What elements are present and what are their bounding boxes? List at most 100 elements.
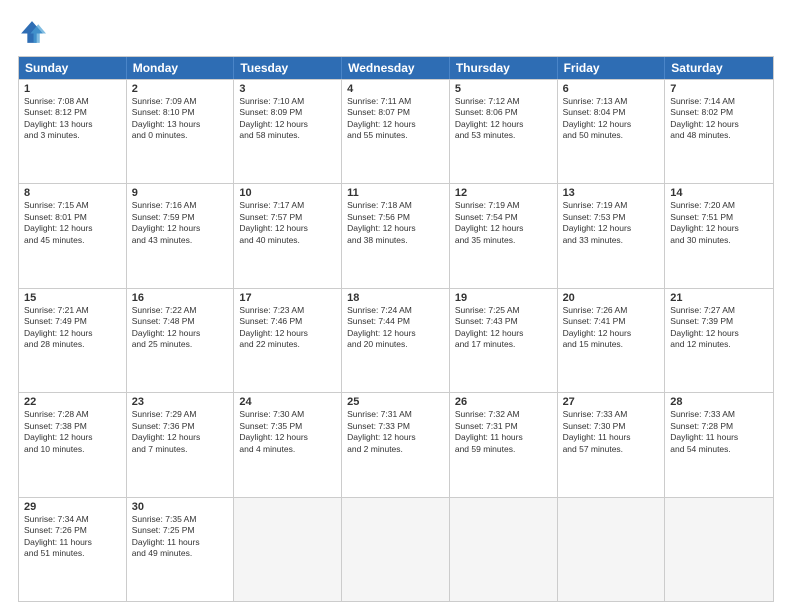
calendar-header: SundayMondayTuesdayWednesdayThursdayFrid…: [19, 57, 773, 79]
weekday-header: Tuesday: [234, 57, 342, 79]
day-number: 28: [670, 396, 768, 408]
calendar-cell: 6Sunrise: 7:13 AM Sunset: 8:04 PM Daylig…: [558, 80, 666, 183]
calendar-cell: 23Sunrise: 7:29 AM Sunset: 7:36 PM Dayli…: [127, 393, 235, 496]
calendar-cell: 8Sunrise: 7:15 AM Sunset: 8:01 PM Daylig…: [19, 184, 127, 287]
day-number: 8: [24, 187, 121, 199]
calendar-cell: 14Sunrise: 7:20 AM Sunset: 7:51 PM Dayli…: [665, 184, 773, 287]
day-info: Sunrise: 7:14 AM Sunset: 8:02 PM Dayligh…: [670, 96, 768, 142]
day-number: 2: [132, 83, 229, 95]
day-info: Sunrise: 7:22 AM Sunset: 7:48 PM Dayligh…: [132, 305, 229, 351]
day-info: Sunrise: 7:23 AM Sunset: 7:46 PM Dayligh…: [239, 305, 336, 351]
day-info: Sunrise: 7:08 AM Sunset: 8:12 PM Dayligh…: [24, 96, 121, 142]
weekday-header: Sunday: [19, 57, 127, 79]
calendar-cell: 18Sunrise: 7:24 AM Sunset: 7:44 PM Dayli…: [342, 289, 450, 392]
day-info: Sunrise: 7:12 AM Sunset: 8:06 PM Dayligh…: [455, 96, 552, 142]
calendar-cell: 19Sunrise: 7:25 AM Sunset: 7:43 PM Dayli…: [450, 289, 558, 392]
calendar-row: 8Sunrise: 7:15 AM Sunset: 8:01 PM Daylig…: [19, 183, 773, 287]
day-number: 19: [455, 292, 552, 304]
day-info: Sunrise: 7:09 AM Sunset: 8:10 PM Dayligh…: [132, 96, 229, 142]
day-number: 29: [24, 501, 121, 513]
calendar-body: 1Sunrise: 7:08 AM Sunset: 8:12 PM Daylig…: [19, 79, 773, 601]
day-number: 23: [132, 396, 229, 408]
calendar-cell: 9Sunrise: 7:16 AM Sunset: 7:59 PM Daylig…: [127, 184, 235, 287]
weekday-header: Monday: [127, 57, 235, 79]
calendar-cell: 1Sunrise: 7:08 AM Sunset: 8:12 PM Daylig…: [19, 80, 127, 183]
weekday-header: Wednesday: [342, 57, 450, 79]
calendar-cell: 28Sunrise: 7:33 AM Sunset: 7:28 PM Dayli…: [665, 393, 773, 496]
day-info: Sunrise: 7:16 AM Sunset: 7:59 PM Dayligh…: [132, 200, 229, 246]
page: SundayMondayTuesdayWednesdayThursdayFrid…: [0, 0, 792, 612]
day-info: Sunrise: 7:30 AM Sunset: 7:35 PM Dayligh…: [239, 409, 336, 455]
day-number: 24: [239, 396, 336, 408]
day-number: 10: [239, 187, 336, 199]
calendar-cell: 4Sunrise: 7:11 AM Sunset: 8:07 PM Daylig…: [342, 80, 450, 183]
day-number: 4: [347, 83, 444, 95]
calendar-cell: 24Sunrise: 7:30 AM Sunset: 7:35 PM Dayli…: [234, 393, 342, 496]
calendar-cell: 11Sunrise: 7:18 AM Sunset: 7:56 PM Dayli…: [342, 184, 450, 287]
calendar-cell: [234, 498, 342, 601]
calendar: SundayMondayTuesdayWednesdayThursdayFrid…: [18, 56, 774, 602]
day-info: Sunrise: 7:13 AM Sunset: 8:04 PM Dayligh…: [563, 96, 660, 142]
day-info: Sunrise: 7:17 AM Sunset: 7:57 PM Dayligh…: [239, 200, 336, 246]
day-info: Sunrise: 7:11 AM Sunset: 8:07 PM Dayligh…: [347, 96, 444, 142]
day-info: Sunrise: 7:33 AM Sunset: 7:28 PM Dayligh…: [670, 409, 768, 455]
calendar-cell: 3Sunrise: 7:10 AM Sunset: 8:09 PM Daylig…: [234, 80, 342, 183]
day-number: 5: [455, 83, 552, 95]
day-info: Sunrise: 7:32 AM Sunset: 7:31 PM Dayligh…: [455, 409, 552, 455]
day-info: Sunrise: 7:34 AM Sunset: 7:26 PM Dayligh…: [24, 514, 121, 560]
day-info: Sunrise: 7:27 AM Sunset: 7:39 PM Dayligh…: [670, 305, 768, 351]
day-info: Sunrise: 7:21 AM Sunset: 7:49 PM Dayligh…: [24, 305, 121, 351]
calendar-cell: [558, 498, 666, 601]
day-info: Sunrise: 7:31 AM Sunset: 7:33 PM Dayligh…: [347, 409, 444, 455]
calendar-cell: 5Sunrise: 7:12 AM Sunset: 8:06 PM Daylig…: [450, 80, 558, 183]
calendar-cell: [342, 498, 450, 601]
day-info: Sunrise: 7:29 AM Sunset: 7:36 PM Dayligh…: [132, 409, 229, 455]
calendar-cell: [665, 498, 773, 601]
day-number: 25: [347, 396, 444, 408]
day-info: Sunrise: 7:10 AM Sunset: 8:09 PM Dayligh…: [239, 96, 336, 142]
day-number: 6: [563, 83, 660, 95]
calendar-cell: 10Sunrise: 7:17 AM Sunset: 7:57 PM Dayli…: [234, 184, 342, 287]
calendar-cell: 22Sunrise: 7:28 AM Sunset: 7:38 PM Dayli…: [19, 393, 127, 496]
day-number: 7: [670, 83, 768, 95]
day-number: 26: [455, 396, 552, 408]
day-info: Sunrise: 7:15 AM Sunset: 8:01 PM Dayligh…: [24, 200, 121, 246]
weekday-header: Thursday: [450, 57, 558, 79]
logo: [18, 18, 50, 46]
calendar-cell: 30Sunrise: 7:35 AM Sunset: 7:25 PM Dayli…: [127, 498, 235, 601]
day-info: Sunrise: 7:19 AM Sunset: 7:54 PM Dayligh…: [455, 200, 552, 246]
day-number: 16: [132, 292, 229, 304]
calendar-row: 22Sunrise: 7:28 AM Sunset: 7:38 PM Dayli…: [19, 392, 773, 496]
weekday-header: Saturday: [665, 57, 773, 79]
calendar-row: 15Sunrise: 7:21 AM Sunset: 7:49 PM Dayli…: [19, 288, 773, 392]
calendar-row: 29Sunrise: 7:34 AM Sunset: 7:26 PM Dayli…: [19, 497, 773, 601]
calendar-cell: 2Sunrise: 7:09 AM Sunset: 8:10 PM Daylig…: [127, 80, 235, 183]
logo-icon: [18, 18, 46, 46]
day-number: 14: [670, 187, 768, 199]
day-number: 13: [563, 187, 660, 199]
day-number: 9: [132, 187, 229, 199]
day-info: Sunrise: 7:26 AM Sunset: 7:41 PM Dayligh…: [563, 305, 660, 351]
day-number: 15: [24, 292, 121, 304]
day-number: 12: [455, 187, 552, 199]
day-number: 27: [563, 396, 660, 408]
calendar-cell: 7Sunrise: 7:14 AM Sunset: 8:02 PM Daylig…: [665, 80, 773, 183]
calendar-cell: 12Sunrise: 7:19 AM Sunset: 7:54 PM Dayli…: [450, 184, 558, 287]
calendar-cell: 20Sunrise: 7:26 AM Sunset: 7:41 PM Dayli…: [558, 289, 666, 392]
calendar-cell: 25Sunrise: 7:31 AM Sunset: 7:33 PM Dayli…: [342, 393, 450, 496]
weekday-header: Friday: [558, 57, 666, 79]
day-info: Sunrise: 7:33 AM Sunset: 7:30 PM Dayligh…: [563, 409, 660, 455]
calendar-row: 1Sunrise: 7:08 AM Sunset: 8:12 PM Daylig…: [19, 79, 773, 183]
calendar-cell: 26Sunrise: 7:32 AM Sunset: 7:31 PM Dayli…: [450, 393, 558, 496]
header: [18, 18, 774, 46]
day-number: 20: [563, 292, 660, 304]
day-number: 3: [239, 83, 336, 95]
calendar-cell: 17Sunrise: 7:23 AM Sunset: 7:46 PM Dayli…: [234, 289, 342, 392]
day-number: 30: [132, 501, 229, 513]
day-info: Sunrise: 7:25 AM Sunset: 7:43 PM Dayligh…: [455, 305, 552, 351]
day-number: 1: [24, 83, 121, 95]
calendar-cell: 29Sunrise: 7:34 AM Sunset: 7:26 PM Dayli…: [19, 498, 127, 601]
day-info: Sunrise: 7:35 AM Sunset: 7:25 PM Dayligh…: [132, 514, 229, 560]
day-info: Sunrise: 7:18 AM Sunset: 7:56 PM Dayligh…: [347, 200, 444, 246]
day-number: 18: [347, 292, 444, 304]
